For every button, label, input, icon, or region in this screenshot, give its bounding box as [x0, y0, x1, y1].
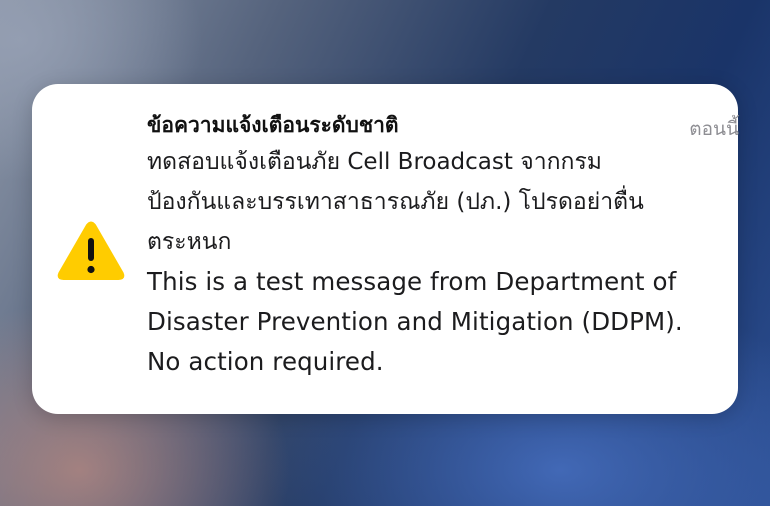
notification-title: ข้อความแจ้งเตือนระดับชาติ — [147, 113, 399, 137]
notification-body-line: ทดสอบแจ้งเตือนภัย Cell Broadcast จากกรม — [147, 149, 602, 175]
notification-body-line: Disaster Prevention and Mitigation (DDPM… — [147, 307, 683, 336]
notification-body-line: This is a test message from Department o… — [147, 267, 677, 296]
warning-triangle-icon — [56, 220, 126, 282]
notification-body-line: ตระหนก — [147, 229, 232, 255]
notification-body-line: ป้องกันและบรรเทาสาธารณภัย (ปภ.) โปรดอย่า… — [147, 189, 644, 215]
notification-body-line: No action required. — [147, 347, 384, 376]
notification-content: ข้อความแจ้งเตือนระดับชาติ ทดสอบแจ้งเตือน… — [147, 108, 707, 382]
